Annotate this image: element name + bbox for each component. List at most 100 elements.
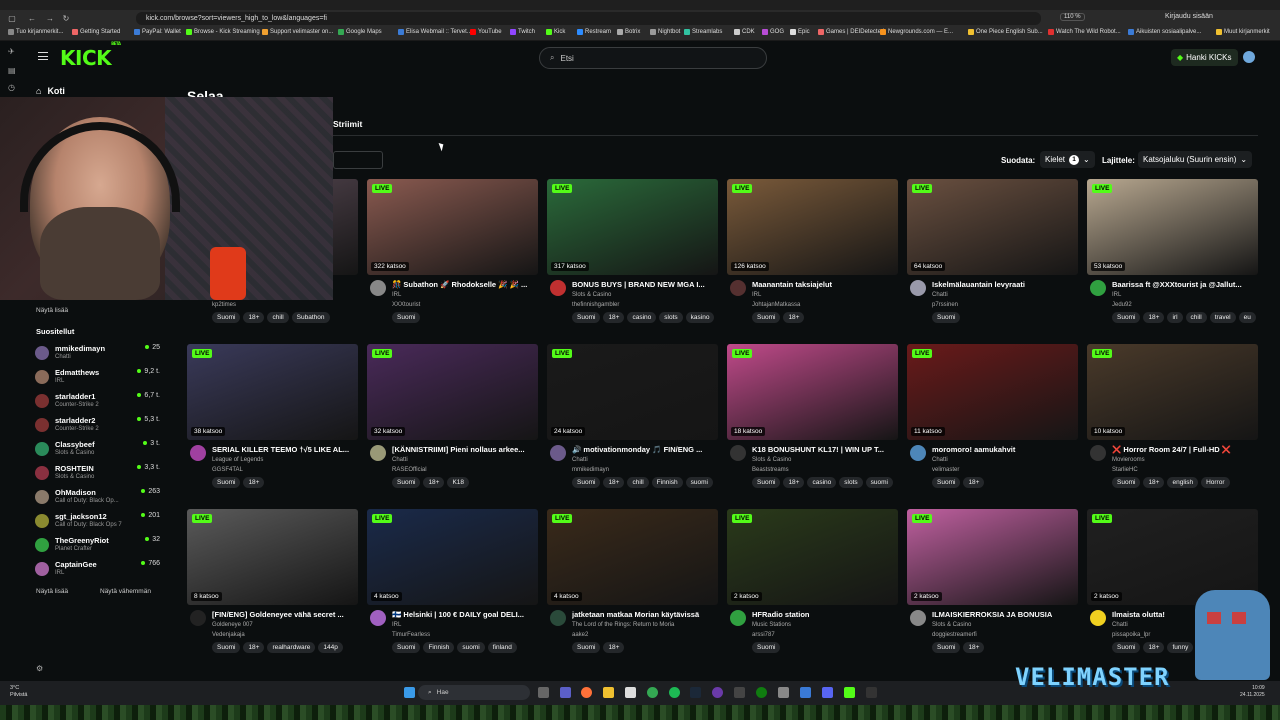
streamer-name[interactable]: GGSF4TAL xyxy=(212,467,243,473)
tag-chip[interactable]: Finnish xyxy=(423,642,455,653)
stream-title[interactable]: BONUS BUYS | BRAND NEW MGA I... xyxy=(572,280,717,289)
streamer-avatar[interactable] xyxy=(730,610,746,626)
stream-title[interactable]: [KÄNNISTRIIMI] Pieni nollaus arkee... xyxy=(392,445,537,454)
settings-icon[interactable]: ⚙ xyxy=(36,664,43,673)
tag-chip[interactable]: kasino xyxy=(685,312,715,323)
stream-thumbnail[interactable]: LIVE 317 katsoo xyxy=(547,179,718,275)
search-input[interactable]: ⌕ Etsi xyxy=(539,47,767,69)
stream-title[interactable]: [FIN/ENG] Goldeneyee vähä secret ... xyxy=(212,610,357,619)
stream-title[interactable]: Iskelmälauantain levyraati xyxy=(932,280,1077,289)
stream-title[interactable]: K18 BONUSHUNT KL17! | WIN UP T... xyxy=(752,445,897,454)
taskbar-search[interactable]: ⌕ Hae xyxy=(418,685,530,700)
settings-icon[interactable] xyxy=(778,687,789,698)
bookmark-item[interactable]: YouTube xyxy=(470,29,502,35)
streamer-avatar[interactable] xyxy=(910,445,926,461)
stream-title[interactable]: SERIAL KILLER TEEMO †√5 LIKE AL... xyxy=(212,445,357,454)
stream-category[interactable]: Slots & Casino xyxy=(932,622,971,628)
stream-card[interactable]: LIVE 4 katsoo jatketaan matkaa Morian käyt… xyxy=(547,509,718,659)
windows-start-icon[interactable] xyxy=(404,687,415,698)
stream-thumbnail[interactable]: LIVE 64 katsoo xyxy=(907,179,1078,275)
tag-chip[interactable]: Suomi xyxy=(572,642,601,653)
sort-dropdown[interactable]: Katsojaluku (Suurin ensin) ⌄ xyxy=(1138,151,1253,168)
tag-chip[interactable]: 18+ xyxy=(603,477,625,488)
sidebar-channel-item[interactable]: starladder1 Counter-Strike 2 6,7 t. xyxy=(35,390,160,412)
bookmark-item[interactable]: Kick xyxy=(546,29,565,35)
tag-chip[interactable]: 18+ xyxy=(243,312,265,323)
tag-chip[interactable]: Suomi xyxy=(752,477,781,488)
streamer-name[interactable]: mmikedimayn xyxy=(572,467,609,473)
tag-chip[interactable]: Suomi xyxy=(392,477,421,488)
tag-chip[interactable]: 18+ xyxy=(963,642,985,653)
bookmark-item[interactable]: One Piece English Sub... xyxy=(968,29,1043,35)
stream-card[interactable]: LIVE 4 katsoo 🇫🇮 Helsinki | 100 € DAILY go… xyxy=(367,509,538,659)
tag-chip[interactable]: realhardware xyxy=(267,642,316,653)
sidepanel-icon[interactable]: ✈ xyxy=(8,47,15,56)
streamer-name[interactable]: RASEOfficial xyxy=(392,467,427,473)
streamer-name[interactable]: p7rssinen xyxy=(932,302,958,308)
sidebar-channel-item[interactable]: sgt_jackson12 Call of Duty: Black Ops 7 20… xyxy=(35,510,160,532)
kick-logo[interactable]: KICKBETA xyxy=(60,41,121,70)
stream-title[interactable]: 🇫🇮 Helsinki | 100 € DAILY goal DELI... xyxy=(392,610,537,619)
stream-thumbnail[interactable]: LIVE 10 katsoo xyxy=(1087,344,1258,440)
stream-card[interactable]: LIVE 10 katsoo ❌ Horror Room 24/7 | Full-H… xyxy=(1087,344,1258,494)
streamer-name[interactable]: velimaster xyxy=(932,467,959,473)
get-kicks-button[interactable]: ◆ Hanki KICKs xyxy=(1171,49,1238,66)
bookmark-item[interactable]: PayPal: Wallet xyxy=(134,29,181,35)
stream-title[interactable]: moromoro! aamukahvit xyxy=(932,445,1077,454)
bookmark-item[interactable]: Games | DEIDetected xyxy=(818,29,884,35)
stream-thumbnail[interactable]: LIVE 4 katsoo xyxy=(547,509,718,605)
stream-category[interactable]: IRL xyxy=(1112,292,1121,298)
stream-card[interactable]: LIVE 64 katsoo Iskelmälauantain levyraati C… xyxy=(907,179,1078,329)
streamer-name[interactable]: arssi787 xyxy=(752,632,775,638)
tag-chip[interactable]: chill xyxy=(627,477,649,488)
tag-chip[interactable]: 18+ xyxy=(243,477,265,488)
stream-thumbnail[interactable]: LIVE 4 katsoo xyxy=(367,509,538,605)
stream-title[interactable]: 🎊 Subathon 🚀 Rhodokselle 🎉 🎉 ... xyxy=(392,280,537,289)
app-icon[interactable] xyxy=(844,687,855,698)
sidebar-channel-item[interactable]: OhMadison Call of Duty: Black Op... 263 xyxy=(35,486,160,508)
stream-thumbnail[interactable]: LIVE 322 katsoo xyxy=(367,179,538,275)
stream-title[interactable]: Baarissa ft @XXXtourist ja @Jallut... xyxy=(1112,280,1257,289)
tag-chip[interactable]: Suomi xyxy=(212,642,241,653)
tag-chip[interactable]: suomi xyxy=(457,642,485,653)
streamer-avatar[interactable] xyxy=(910,610,926,626)
streamer-name[interactable]: Beaststreams xyxy=(752,467,789,473)
stream-thumbnail[interactable]: LIVE 32 katsoo xyxy=(367,344,538,440)
streamer-name[interactable]: pissapoika_lpr xyxy=(1112,632,1150,638)
stream-thumbnail[interactable]: LIVE 53 katsoo xyxy=(1087,179,1258,275)
file-explorer-icon[interactable] xyxy=(603,687,614,698)
sidebar-channel-item[interactable]: Edmatthews IRL 9,2 t. xyxy=(35,366,160,388)
tag-chip[interactable]: casino xyxy=(807,477,837,488)
stream-card[interactable]: LIVE 2 katsoo ILMAISKIERROKSIA JA BONUSIA S… xyxy=(907,509,1078,659)
discord-icon[interactable] xyxy=(822,687,833,698)
tag-chip[interactable]: Subathon xyxy=(291,312,330,323)
url-field[interactable]: kick.com/browse?sort=viewers_high_to_low… xyxy=(136,12,1041,25)
user-avatar[interactable] xyxy=(1243,51,1255,63)
wallet-icon[interactable]: ▤ xyxy=(8,66,16,75)
reload-icon[interactable]: ↻ xyxy=(60,14,72,23)
zoom-indicator[interactable]: 110 % xyxy=(1060,13,1085,21)
bookmark-item[interactable]: Google Maps xyxy=(338,29,382,35)
stream-card[interactable]: LIVE 11 katsoo moromoro! aamukahvit Chatti v… xyxy=(907,344,1078,494)
tag-chip[interactable]: 18+ xyxy=(423,477,445,488)
bookmark-item[interactable]: CDK xyxy=(734,29,755,35)
stream-category[interactable]: Chatti xyxy=(932,457,948,463)
firefox-icon[interactable] xyxy=(581,687,592,698)
xbox-icon[interactable] xyxy=(756,687,767,698)
tag-chip[interactable]: finland xyxy=(487,642,517,653)
streamer-name[interactable]: Vedenjakaja xyxy=(212,632,245,638)
bookmark-item[interactable]: Streamlabs xyxy=(684,29,722,35)
tag-chip[interactable]: 18+ xyxy=(603,312,625,323)
stream-category[interactable]: Chatti xyxy=(572,457,588,463)
tag-chip[interactable]: 144p xyxy=(318,642,343,653)
stream-thumbnail[interactable]: LIVE 2 katsoo xyxy=(727,509,898,605)
tag-chip[interactable]: funny xyxy=(1167,642,1194,653)
streamer-avatar[interactable] xyxy=(730,445,746,461)
stream-category[interactable]: Slots & Casino xyxy=(752,457,791,463)
streamer-avatar[interactable] xyxy=(370,280,386,296)
stream-thumbnail[interactable]: LIVE 126 katsoo xyxy=(727,179,898,275)
stream-card[interactable]: LIVE 2 katsoo HFRadio station Music Station… xyxy=(727,509,898,659)
sidebar-channel-item[interactable]: TheGreenyRiot Planet Crafter 32 xyxy=(35,534,160,556)
bookmark-item[interactable]: Twitch xyxy=(510,29,535,35)
tag-chip[interactable]: Suomi xyxy=(212,477,241,488)
